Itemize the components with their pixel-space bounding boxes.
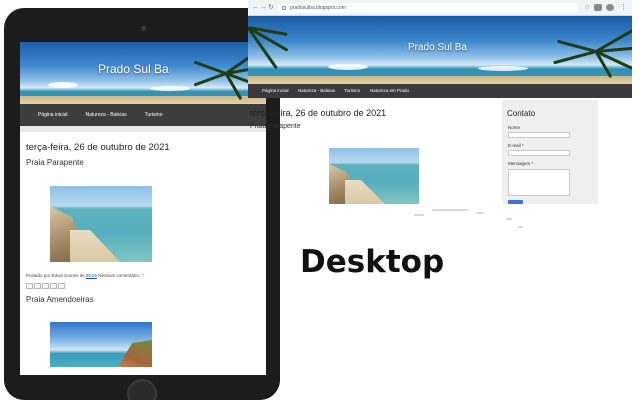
post-time-link[interactable]: 09:26 (86, 273, 97, 278)
palm-tree-right-image (548, 20, 632, 84)
star-icon[interactable]: ☆ (584, 4, 590, 11)
nav-item-home[interactable]: Página inicial (38, 112, 67, 118)
email-field[interactable] (508, 150, 570, 156)
message-field[interactable] (508, 169, 570, 196)
post-title-2[interactable]: Praia Amendoeiras (26, 295, 94, 304)
tablet-camera (141, 26, 146, 31)
pinterest-icon[interactable] (58, 283, 65, 289)
extensions-icon[interactable] (594, 4, 602, 11)
palm-tree-left-image (248, 16, 308, 84)
email-icon[interactable] (26, 283, 33, 289)
desktop-nav-bar: Página inicial Natureza - Baleias Turism… (248, 84, 632, 98)
desktop-nav-turismo[interactable]: Turismo (344, 88, 360, 93)
menu-icon[interactable]: ⋮ (620, 4, 627, 11)
pencil-icon[interactable]: ✎ (141, 273, 145, 278)
forward-icon[interactable]: → (260, 4, 267, 11)
contact-title: Contato (507, 109, 536, 118)
tablet-home-button[interactable] (127, 379, 157, 400)
send-button[interactable] (508, 200, 523, 204)
date-header: terça-feira, 26 de outubro de 2021 (26, 142, 170, 153)
email-label: E-mail * (508, 143, 524, 148)
nav-divider (20, 126, 266, 132)
blog-icon[interactable] (34, 283, 41, 289)
nav-item-turismo[interactable]: Turismo (145, 112, 163, 118)
desktop-nav-natureza-baleias[interactable]: Natureza - Baleias (298, 88, 335, 93)
post-meta: Postado por Edval Gomes às 09:26 Nenhum … (26, 273, 146, 278)
url-text: pradosulba.blogspot.com (290, 5, 346, 11)
faded-content (518, 226, 523, 228)
desktop-post-title[interactable]: Praia Parapente (250, 123, 301, 130)
desktop-date-header: terça-feira, 26 de outubro de 2021 (250, 108, 387, 118)
tablet-header-banner: Prado Sul Ba (20, 42, 266, 104)
name-field[interactable] (508, 132, 570, 138)
twitter-icon[interactable] (42, 283, 49, 289)
desktop-nav-natureza-em-prado[interactable]: Natureza em Prado (370, 88, 409, 93)
reload-icon[interactable]: ↻ (268, 4, 274, 11)
faded-content (506, 218, 512, 220)
nav-item-natureza-baleias[interactable]: Natureza - Baleias (85, 112, 126, 118)
desktop-blog-title[interactable]: Prado Sul Ba (408, 42, 467, 53)
faded-content (414, 214, 424, 216)
blog-title[interactable]: Prado Sul Ba (98, 62, 169, 76)
facebook-icon[interactable] (50, 283, 57, 289)
lock-icon (282, 6, 286, 10)
share-buttons (26, 283, 65, 289)
desktop-nav-home[interactable]: Página inicial (262, 88, 289, 93)
faded-content (476, 212, 484, 214)
post-photo-beach-2[interactable] (50, 322, 152, 367)
name-label: Nome (508, 125, 521, 130)
message-label: Mensagem * (508, 161, 534, 166)
faded-content (432, 209, 468, 211)
back-icon[interactable]: ← (252, 4, 259, 11)
desktop-caption: Desktop (300, 244, 445, 280)
post-title[interactable]: Praia Parapente (26, 158, 84, 167)
browser-toolbar: ← → ↻ pradosulba.blogspot.com ☆ ⋮ (248, 0, 632, 16)
desktop-post-photo[interactable] (329, 148, 419, 204)
tablet-nav-bar: Página inicial Natureza - Baleias Turism… (20, 104, 266, 126)
profile-icon[interactable] (606, 4, 614, 11)
post-photo-beach[interactable] (50, 186, 152, 262)
address-bar[interactable]: pradosulba.blogspot.com (278, 3, 578, 13)
